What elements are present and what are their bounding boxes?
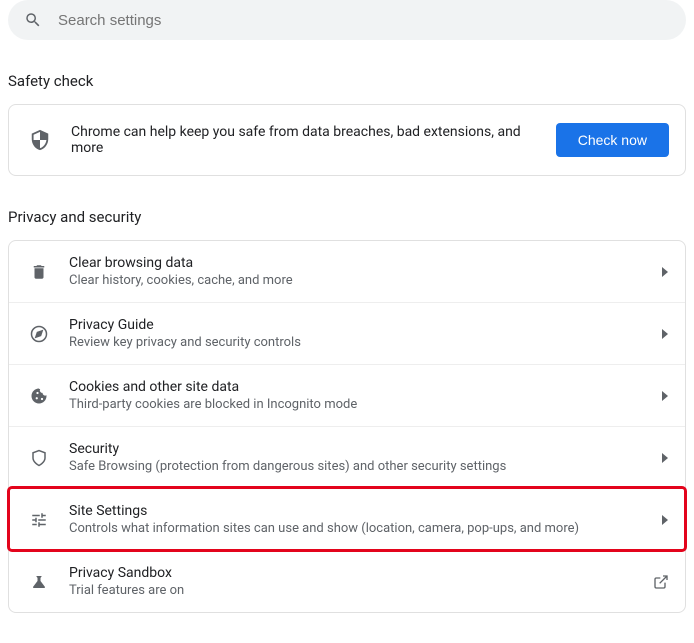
search-bar[interactable] xyxy=(8,0,686,40)
privacy-security-card: Clear browsing data Clear history, cooki… xyxy=(8,240,686,613)
privacy-sandbox-row[interactable]: Privacy Sandbox Trial features are on xyxy=(9,550,685,612)
compass-icon xyxy=(29,325,49,343)
row-subtitle: Review key privacy and security controls xyxy=(69,335,661,350)
row-title: Clear browsing data xyxy=(69,255,661,271)
tune-icon xyxy=(29,511,49,529)
safety-check-card: Chrome can help keep you safe from data … xyxy=(8,104,686,176)
row-subtitle: Safe Browsing (protection from dangerous… xyxy=(69,459,661,474)
safety-check-row: Chrome can help keep you safe from data … xyxy=(9,105,685,175)
row-title: Privacy Guide xyxy=(69,317,661,333)
flask-icon xyxy=(29,573,49,591)
chevron-right-icon xyxy=(661,515,669,525)
search-icon xyxy=(24,11,42,29)
clear-browsing-data-row[interactable]: Clear browsing data Clear history, cooki… xyxy=(9,241,685,302)
row-title: Privacy Sandbox xyxy=(69,565,653,581)
row-subtitle: Clear history, cookies, cache, and more xyxy=(69,273,661,288)
cookie-icon xyxy=(29,387,49,405)
check-now-button[interactable]: Check now xyxy=(556,123,669,157)
chevron-right-icon xyxy=(661,267,669,277)
chevron-right-icon xyxy=(661,329,669,339)
privacy-security-header: Privacy and security xyxy=(8,208,686,226)
safety-check-header: Safety check xyxy=(8,72,686,90)
shield-icon xyxy=(29,129,51,151)
row-title: Security xyxy=(69,441,661,457)
row-title: Cookies and other site data xyxy=(69,379,661,395)
privacy-guide-row[interactable]: Privacy Guide Review key privacy and sec… xyxy=(9,302,685,364)
trash-icon xyxy=(29,263,49,281)
security-shield-icon xyxy=(29,449,49,467)
search-input[interactable] xyxy=(58,12,670,29)
security-row[interactable]: Security Safe Browsing (protection from … xyxy=(9,426,685,488)
cookies-row[interactable]: Cookies and other site data Third-party … xyxy=(9,364,685,426)
chevron-right-icon xyxy=(661,391,669,401)
row-subtitle: Controls what information sites can use … xyxy=(69,521,661,536)
row-subtitle: Third-party cookies are blocked in Incog… xyxy=(69,397,661,412)
safety-check-text: Chrome can help keep you safe from data … xyxy=(71,124,556,156)
row-subtitle: Trial features are on xyxy=(69,583,653,598)
chevron-right-icon xyxy=(661,453,669,463)
open-external-icon xyxy=(653,574,669,590)
row-title: Site Settings xyxy=(69,503,661,519)
site-settings-row[interactable]: Site Settings Controls what information … xyxy=(9,488,685,550)
